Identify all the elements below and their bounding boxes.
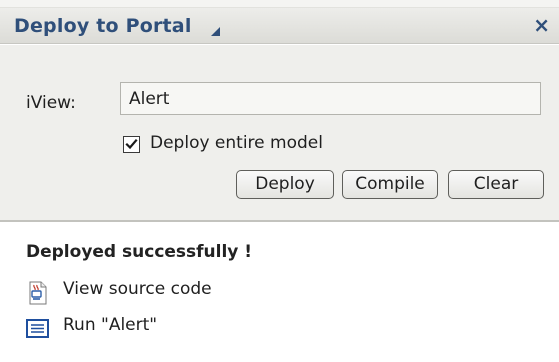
deploy-button[interactable]: Deploy [236, 170, 334, 199]
iview-input[interactable] [120, 82, 541, 115]
checkmark-icon [125, 138, 138, 150]
run-alert-label[interactable]: Run "Alert" [63, 315, 157, 335]
clear-button[interactable]: Clear [448, 170, 544, 199]
panel-titlebar: Deploy to Portal × [0, 8, 559, 44]
close-icon[interactable]: × [533, 13, 550, 37]
deploy-entire-model-checkbox[interactable] [123, 136, 140, 153]
iview-label: iView: [26, 93, 76, 113]
triangle-menu-icon[interactable] [211, 27, 220, 36]
panel-title: Deploy to Portal [14, 15, 192, 37]
deploy-status: Deployed successfully ! [26, 242, 253, 262]
run-window-icon [26, 317, 50, 345]
java-source-icon [26, 281, 50, 309]
top-strip [0, 0, 559, 8]
deploy-to-portal-panel: Deploy to Portal × iView: Deploy entire … [0, 0, 559, 362]
deploy-form: iView: Deploy entire model Deploy Compil… [0, 45, 559, 222]
view-source-code-label[interactable]: View source code [63, 279, 212, 299]
deploy-entire-model-label[interactable]: Deploy entire model [150, 133, 323, 153]
compile-button[interactable]: Compile [342, 170, 438, 199]
